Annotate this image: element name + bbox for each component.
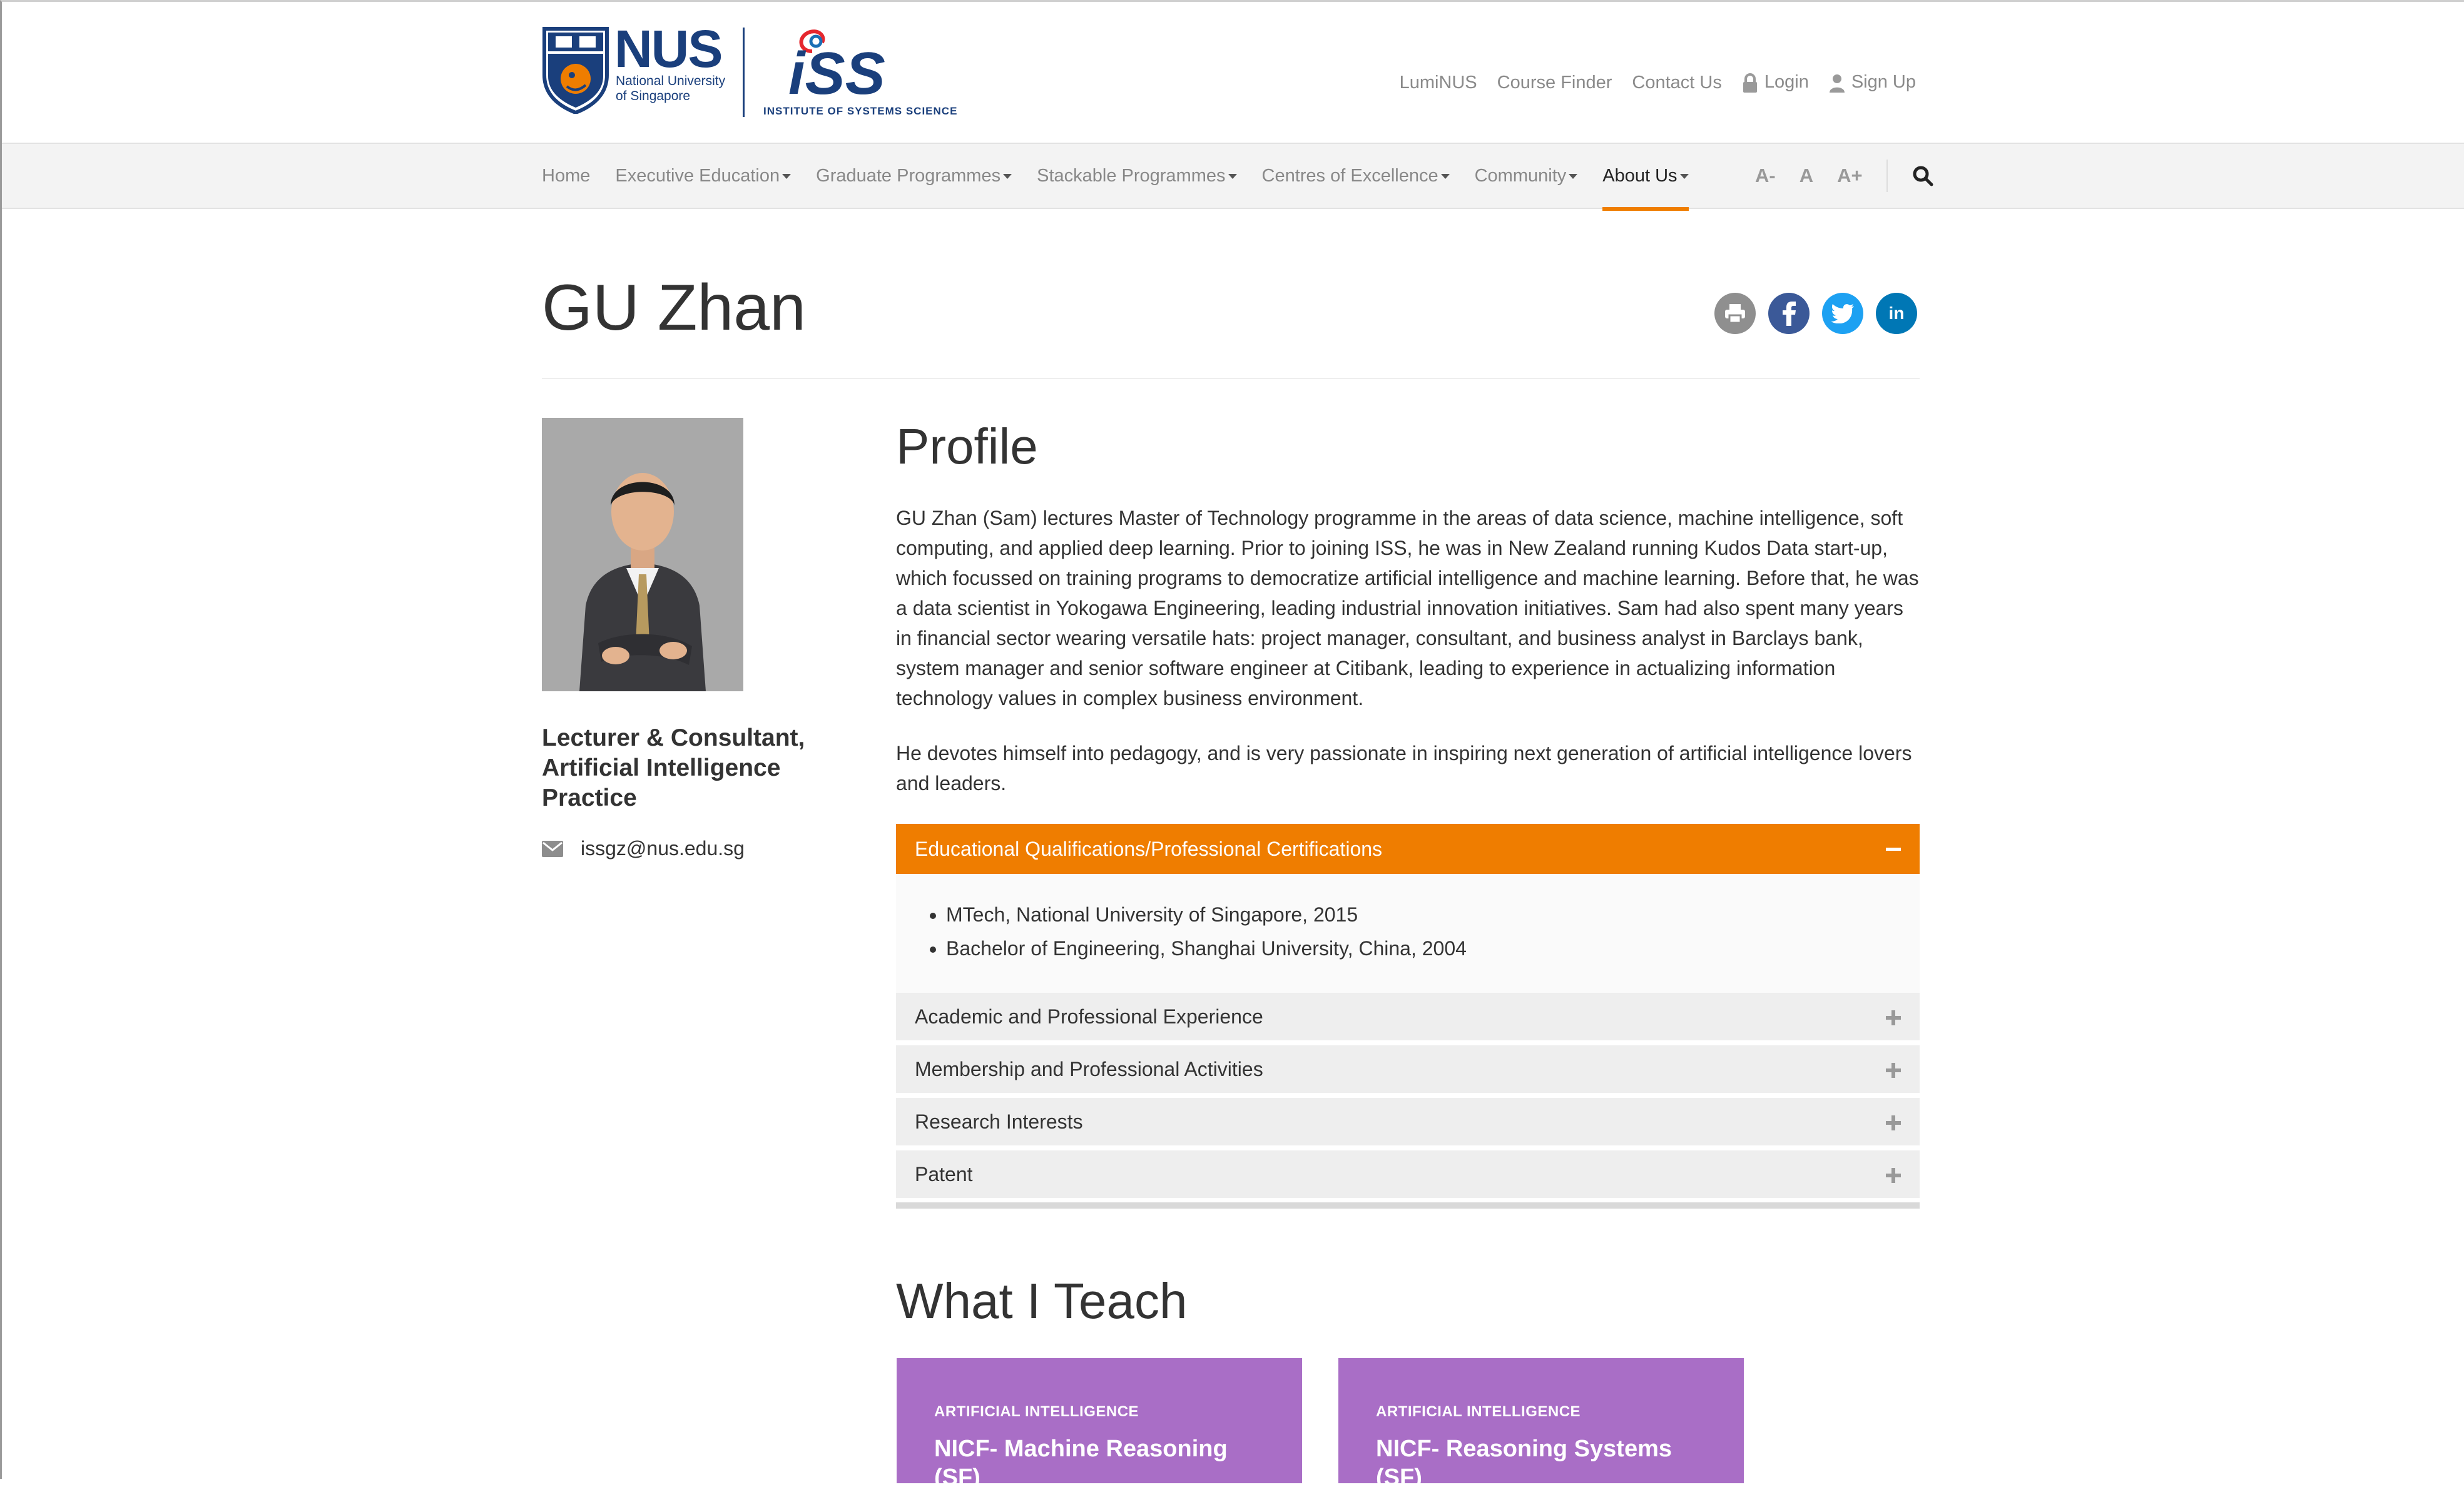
facebook-icon xyxy=(1783,302,1796,326)
nus-logo[interactable]: NUS National University of Singapore xyxy=(542,19,730,114)
nav-item-executive-education[interactable]: Executive Education xyxy=(615,165,792,186)
print-button[interactable] xyxy=(1714,293,1756,334)
list-item: Bachelor of Engineering, Shanghai Univer… xyxy=(946,931,1920,965)
course-category: ARTIFICIAL INTELLIGENCE xyxy=(1376,1403,1581,1420)
nav-item-community[interactable]: Community xyxy=(1475,166,1578,186)
nav-label: Community xyxy=(1474,165,1567,186)
nav-item-graduate-programmes[interactable]: Graduate Programmes xyxy=(816,166,1012,186)
course-category: ARTIFICIAL INTELLIGENCE xyxy=(934,1403,1139,1420)
user-icon xyxy=(1829,74,1845,93)
list-item: MTech, National University of Singapore,… xyxy=(946,898,1920,931)
caret-down-icon xyxy=(782,173,792,179)
plus-icon xyxy=(1886,1063,1901,1078)
title-divider xyxy=(542,378,1920,379)
accordion-title: Educational Qualifications/Professional … xyxy=(915,837,1383,860)
accordion-bottom-border xyxy=(896,1202,1920,1209)
accordion-title: Membership and Professional Activities xyxy=(915,1057,1263,1080)
link-course-finder[interactable]: Course Finder xyxy=(1497,73,1612,93)
iss-wordmark: iSS xyxy=(788,40,885,107)
logo-divider xyxy=(743,28,745,117)
profile-paragraph-2: He devotes himself into pedagogy, and is… xyxy=(896,742,1912,794)
profile-photo xyxy=(542,418,743,691)
share-buttons: in xyxy=(1714,293,1917,334)
nav-label: Home xyxy=(542,165,591,186)
nav-label: Centres of Excellence xyxy=(1261,165,1438,186)
nav-item-centres-of-excellence[interactable]: Centres of Excellence xyxy=(1262,166,1450,186)
nus-subtitle-line1: National University xyxy=(616,74,726,88)
accordion-body-education: MTech, National University of Singapore,… xyxy=(896,874,1920,993)
accordion-header-patent[interactable]: Patent xyxy=(896,1150,1920,1200)
iss-logo[interactable]: iSS INSTITUTE OF SYSTEMS SCIENCE xyxy=(760,25,957,119)
accordion-header-research[interactable]: Research Interests xyxy=(896,1098,1920,1148)
font-decrease-button[interactable]: A- xyxy=(1755,165,1776,187)
nav-item-stackable-programmes[interactable]: Stackable Programmes xyxy=(1037,165,1237,186)
twitter-share-button[interactable] xyxy=(1822,293,1863,334)
login-label: Login xyxy=(1764,72,1809,93)
nus-subtitle-line2: of Singapore xyxy=(616,89,691,103)
tool-divider xyxy=(1886,160,1888,192)
link-contact-us[interactable]: Contact Us xyxy=(1632,73,1721,93)
minus-icon xyxy=(1886,848,1901,851)
twitter-icon xyxy=(1831,304,1854,323)
nus-crest-icon xyxy=(542,27,609,114)
caret-down-icon xyxy=(1569,173,1578,179)
plus-icon xyxy=(1886,1010,1901,1025)
nav-label: Executive Education xyxy=(615,165,780,186)
facebook-share-button[interactable] xyxy=(1768,293,1810,334)
email-link[interactable]: issgz@nus.edu.sg xyxy=(581,837,745,860)
nav-menu: Home Executive Education Graduate Progra… xyxy=(542,144,1714,211)
profile-paragraph-1: GU Zhan (Sam) lectures Master of Technol… xyxy=(896,507,1919,709)
nav-label: Graduate Programmes xyxy=(816,165,1001,186)
nav-label: About Us xyxy=(1602,165,1677,186)
course-name: NICF- Reasoning Systems (SF) xyxy=(1376,1436,1672,1491)
caret-down-icon xyxy=(1679,173,1689,179)
accordion-title: Academic and Professional Experience xyxy=(915,1005,1263,1028)
qualification-list: MTech, National University of Singapore,… xyxy=(896,874,1920,965)
course-name: NICF- Machine Reasoning (SF) xyxy=(934,1436,1228,1491)
utility-links: LumiNUS Course Finder Contact Us Login S… xyxy=(1400,70,1916,95)
job-title: Lecturer & Consultant, Artificial Intell… xyxy=(542,724,805,811)
plus-icon xyxy=(1886,1115,1901,1130)
accordion-header-education[interactable]: Educational Qualifications/Professional … xyxy=(896,824,1920,874)
font-reset-button[interactable]: A xyxy=(1800,165,1813,187)
caret-down-icon xyxy=(1228,173,1237,179)
envelope-icon xyxy=(542,840,563,857)
link-luminus[interactable]: LumiNUS xyxy=(1400,73,1477,93)
caret-down-icon xyxy=(1003,173,1012,179)
site-header: NUS National University of Singapore iSS… xyxy=(0,0,2464,143)
signup-label: Sign Up xyxy=(1851,72,1916,93)
nus-wordmark: NUS xyxy=(614,19,723,78)
caret-down-icon xyxy=(1440,173,1450,179)
teach-heading: What I Teach xyxy=(896,1273,1188,1329)
font-increase-button[interactable]: A+ xyxy=(1837,165,1863,187)
accordion-title: Patent xyxy=(915,1162,973,1185)
page-title: GU Zhan xyxy=(542,272,806,344)
nav-item-about-us[interactable]: About Us xyxy=(1602,165,1689,211)
accordion-title: Research Interests xyxy=(915,1110,1083,1133)
accordion-header-experience[interactable]: Academic and Professional Experience xyxy=(896,993,1920,1043)
linkedin-share-button[interactable]: in xyxy=(1876,293,1917,334)
lock-icon xyxy=(1743,73,1757,93)
linkedin-icon: in xyxy=(1888,303,1905,323)
font-size-tools: A- A A+ xyxy=(1755,144,1934,208)
search-icon[interactable] xyxy=(1912,165,1934,187)
course-card[interactable]: ARTIFICIAL INTELLIGENCE NICF- Reasoning … xyxy=(1338,1358,1744,1491)
course-card[interactable]: ARTIFICIAL INTELLIGENCE NICF- Machine Re… xyxy=(897,1358,1302,1491)
iss-tagline: INSTITUTE OF SYSTEMS SCIENCE xyxy=(763,105,958,117)
person-portrait xyxy=(542,418,743,691)
email-contact: issgz@nus.edu.sg xyxy=(542,837,745,860)
signup-link[interactable]: Sign Up xyxy=(1829,72,1916,93)
nav-label: Stackable Programmes xyxy=(1037,165,1226,186)
plus-icon xyxy=(1886,1168,1901,1183)
main-nav: Home Executive Education Graduate Progra… xyxy=(0,143,2464,211)
login-link[interactable]: Login xyxy=(1742,72,1809,93)
nav-item-home[interactable]: Home xyxy=(542,166,590,186)
profile-heading: Profile xyxy=(896,419,1038,474)
accordion-header-membership[interactable]: Membership and Professional Activities xyxy=(896,1045,1920,1095)
print-icon xyxy=(1725,304,1745,324)
